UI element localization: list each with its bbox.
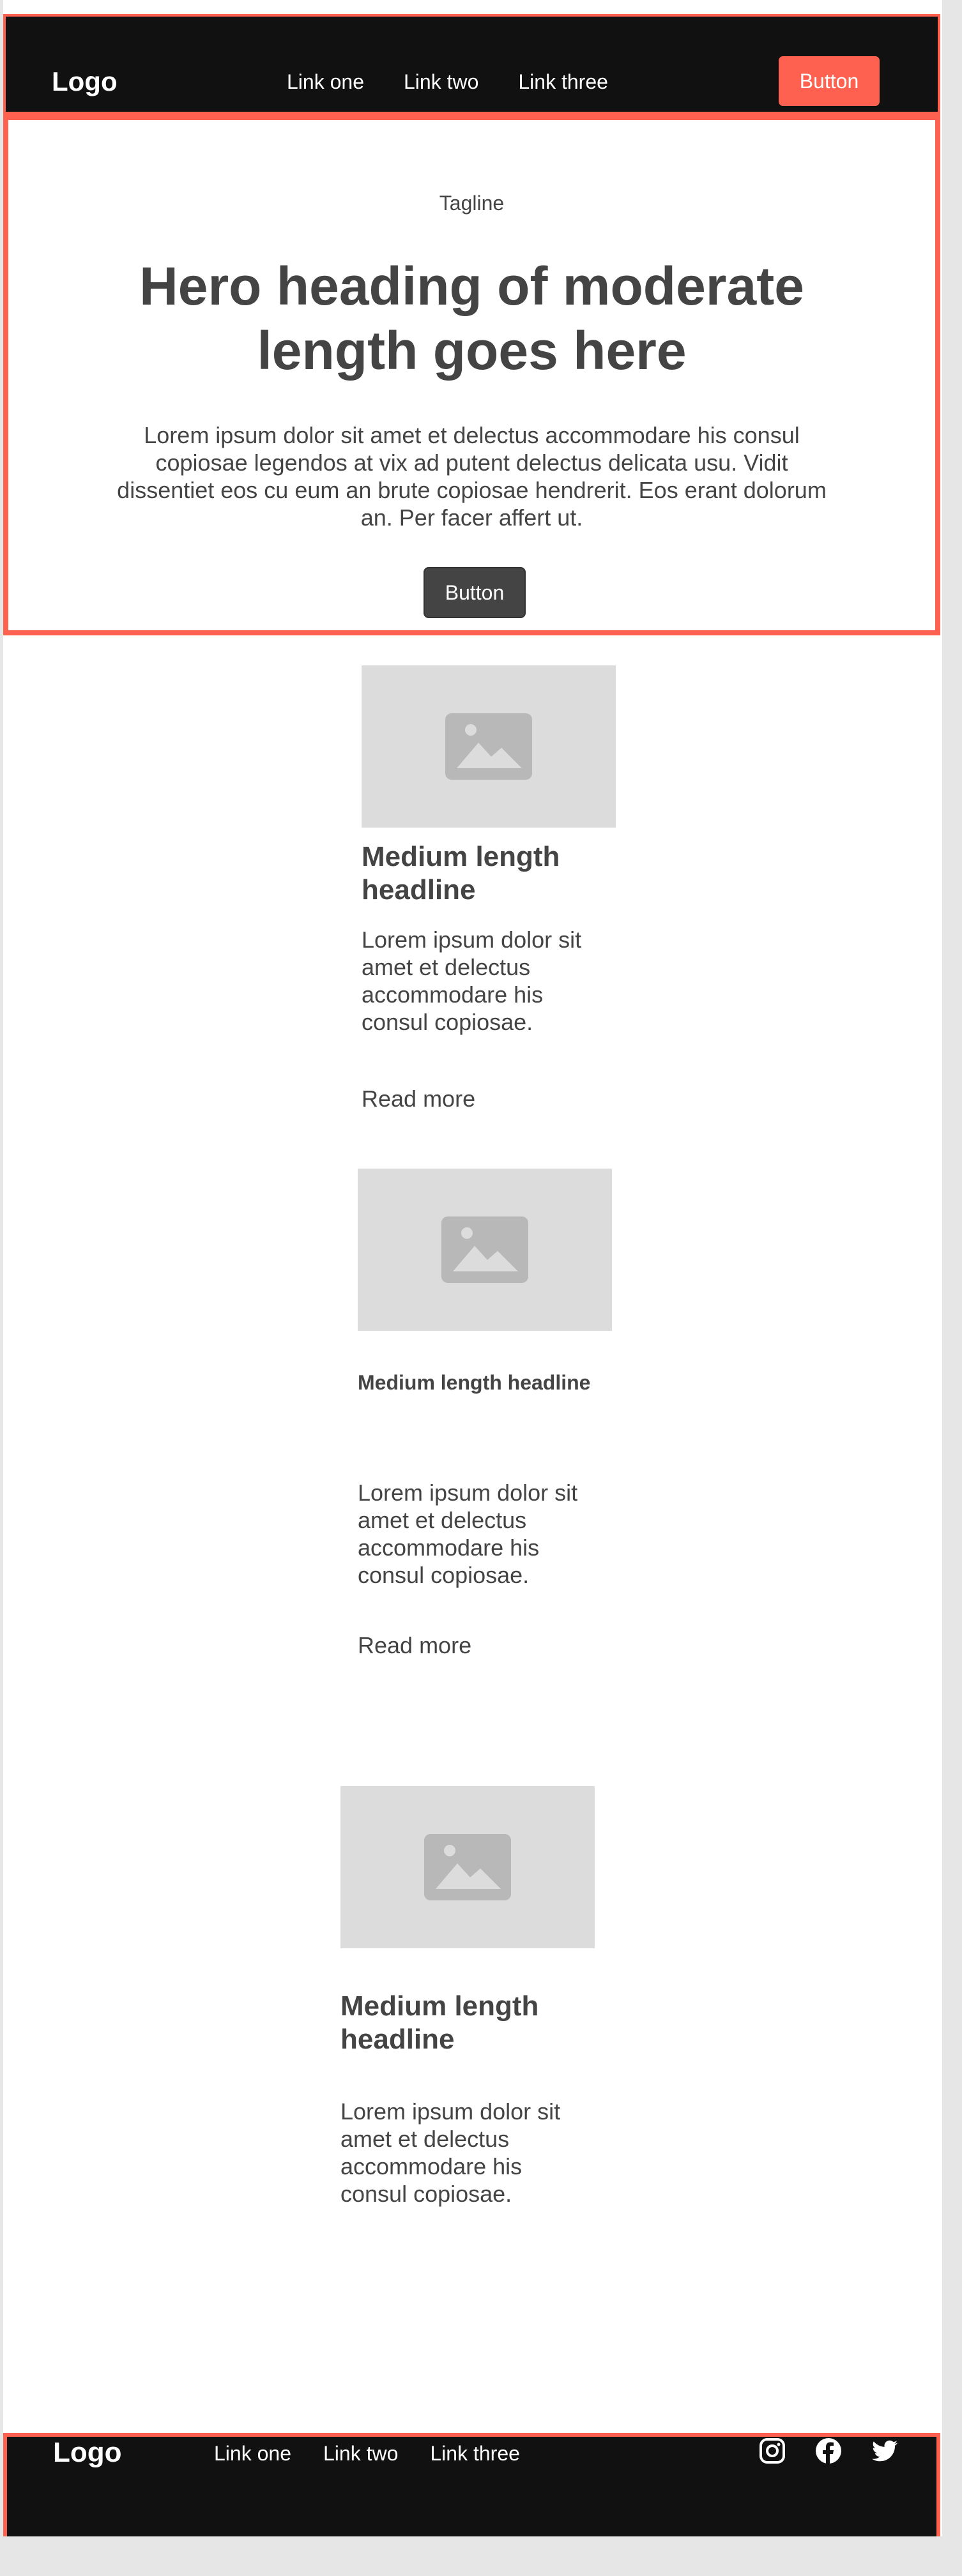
card-headline: Medium length headline [362, 841, 560, 905]
footer: Logo Link one Link two Link three [3, 2433, 940, 2536]
card-image [358, 1169, 612, 1331]
nav-link-three[interactable]: Link three [518, 70, 608, 94]
image-placeholder-icon [445, 713, 532, 780]
navbar-logo[interactable]: Logo [52, 66, 118, 97]
card-body-text: Lorem ipsum dolor sit amet et delectus a… [358, 1480, 578, 1588]
image-placeholder-icon [441, 1216, 528, 1283]
hero-button[interactable]: Button [424, 567, 526, 618]
facebook-icon[interactable] [814, 2437, 843, 2465]
footer-link-one[interactable]: Link one [214, 2442, 291, 2466]
instagram-icon[interactable] [758, 2437, 786, 2465]
card-image [362, 665, 616, 828]
hero-section: Tagline Hero heading of moderate length … [3, 115, 940, 635]
hero-tagline: Tagline [439, 192, 505, 215]
navbar: Logo Link one Link two Link three Button [3, 14, 940, 115]
image-placeholder-icon [424, 1834, 511, 1900]
navbar-links: Link one Link two Link three [287, 70, 648, 94]
hero-heading: Hero heading of moderate length goes her… [139, 256, 804, 381]
twitter-icon[interactable] [871, 2437, 899, 2465]
nav-link-one[interactable]: Link one [287, 70, 364, 94]
card-body-text: Lorem ipsum dolor sit amet et delectus a… [340, 2098, 561, 2207]
footer-link-three[interactable]: Link three [430, 2442, 520, 2466]
card-headline: Medium length headline [358, 1371, 591, 1394]
card-read-more-link[interactable]: Read more [358, 1632, 471, 1659]
hero-body-text: Lorem ipsum dolor sit amet et delectus a… [117, 422, 827, 531]
card-read-more-link[interactable]: Read more [362, 1086, 475, 1112]
nav-link-two[interactable]: Link two [404, 70, 478, 94]
card-image [340, 1786, 595, 1948]
navbar-button[interactable]: Button [779, 56, 880, 106]
footer-links: Link one Link two Link three [214, 2442, 552, 2466]
footer-logo[interactable]: Logo [53, 2437, 122, 2469]
card-headline: Medium length headline [340, 1990, 539, 2055]
footer-link-two[interactable]: Link two [323, 2442, 398, 2466]
card-body-text: Lorem ipsum dolor sit amet et delectus a… [362, 927, 582, 1035]
